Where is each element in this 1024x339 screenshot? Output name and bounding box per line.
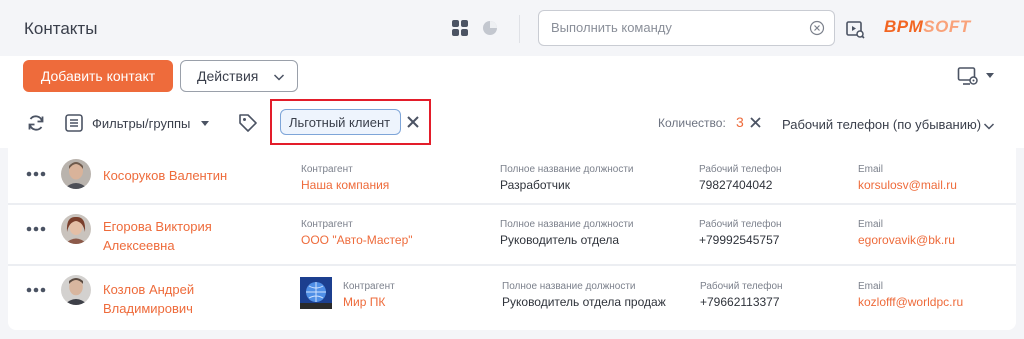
actions-button[interactable]: Действия	[180, 60, 298, 92]
settings-caret-icon[interactable]	[986, 73, 994, 78]
account-label: Контрагент	[343, 281, 395, 292]
job-label: Полное название должности	[500, 219, 634, 230]
sort-button[interactable]: Рабочий телефон (по убыванию)	[782, 117, 981, 132]
chevron-down-icon[interactable]	[983, 120, 995, 132]
account-label: Контрагент	[301, 219, 353, 230]
email-link[interactable]: egorovavik@bk.ru	[858, 233, 955, 247]
account-logo	[300, 277, 332, 309]
list-item[interactable]: Козлов Андрей Владимирович Контрагент Ми…	[8, 267, 1016, 329]
job-label: Полное название должности	[500, 164, 634, 175]
avatar	[61, 159, 91, 189]
more-icon[interactable]	[26, 171, 46, 177]
phone-value: +79662113377	[700, 295, 780, 309]
contact-name-line2[interactable]: Владимирович	[103, 299, 193, 319]
email-label: Email	[858, 281, 884, 292]
contact-list: Косоруков Валентин Контрагент Наша компа…	[8, 148, 1016, 330]
more-icon[interactable]	[26, 287, 46, 293]
tag-chip[interactable]: Льготный клиент	[280, 109, 401, 135]
phone-label: Рабочий телефон	[699, 219, 782, 230]
phone-label: Рабочий телефон	[699, 164, 782, 175]
account-link[interactable]: ООО "Авто-Мастер"	[301, 233, 413, 247]
actions-label: Действия	[197, 68, 259, 84]
clear-icon[interactable]	[809, 20, 825, 36]
chevron-down-icon	[273, 74, 285, 81]
logo-main: BPM	[884, 17, 924, 36]
phone-value: +79992545757	[699, 233, 780, 247]
filters-caret-icon[interactable]	[201, 121, 209, 126]
command-field[interactable]	[538, 10, 835, 46]
job-value: Разработчик	[500, 178, 570, 192]
account-link[interactable]: Мир ПК	[343, 295, 385, 309]
count-value: 3	[736, 114, 744, 130]
play-icon[interactable]	[845, 19, 865, 39]
refresh-icon[interactable]	[26, 113, 46, 133]
account-link[interactable]: Наша компания	[301, 178, 389, 192]
contact-name-line2[interactable]: Алексеевна	[103, 236, 175, 256]
avatar	[61, 275, 91, 305]
email-link[interactable]: korsulosv@mail.ru	[858, 178, 957, 192]
count-label: Количество:	[658, 116, 726, 130]
command-input[interactable]	[551, 20, 801, 35]
phone-value: 79827404042	[699, 178, 773, 192]
bpmsoft-logo: BPMSOFT	[884, 17, 971, 37]
logo-accent: SOFT	[923, 17, 971, 36]
email-link[interactable]: kozlofff@worldpc.ru	[858, 295, 963, 309]
list-item[interactable]: Косоруков Валентин Контрагент Наша компа…	[8, 148, 1016, 203]
action-bar: Добавить контакт Действия	[0, 56, 1024, 98]
filter-bar: Фильтры/группы Льготный клиент Количеств…	[0, 98, 1024, 148]
list-item[interactable]: Егорова Виктория Алексеевна Контрагент О…	[8, 206, 1016, 261]
email-label: Email	[858, 219, 884, 230]
add-contact-button[interactable]: Добавить контакт	[23, 60, 173, 92]
close-icon[interactable]	[405, 114, 421, 130]
page-title: Контакты	[24, 19, 98, 38]
filters-groups-button[interactable]: Фильтры/группы	[92, 116, 190, 131]
settings-icon[interactable]	[957, 65, 979, 87]
tiles-view-icon[interactable]	[452, 20, 468, 36]
email-label: Email	[858, 164, 884, 175]
top-bar: Контакты BPMSOFT	[0, 0, 1024, 56]
job-value: Руководитель отдела	[500, 233, 620, 247]
more-icon[interactable]	[26, 226, 46, 232]
chart-view-icon[interactable]	[482, 20, 498, 36]
contact-name-line1[interactable]: Егорова Виктория	[103, 217, 212, 237]
tag-icon[interactable]	[237, 112, 259, 134]
row-divider	[8, 264, 1016, 266]
row-divider	[8, 203, 1016, 205]
filters-icon[interactable]	[64, 113, 84, 133]
job-value: Руководитель отдела продаж	[502, 295, 666, 309]
divider	[519, 15, 520, 43]
clear-count-icon[interactable]	[749, 116, 762, 129]
avatar	[61, 214, 91, 244]
job-label: Полное название должности	[502, 281, 636, 292]
phone-label: Рабочий телефон	[700, 281, 783, 292]
account-label: Контрагент	[301, 164, 353, 175]
contact-name[interactable]: Косоруков Валентин	[103, 166, 227, 186]
contact-name-line1[interactable]: Козлов Андрей	[103, 280, 194, 300]
